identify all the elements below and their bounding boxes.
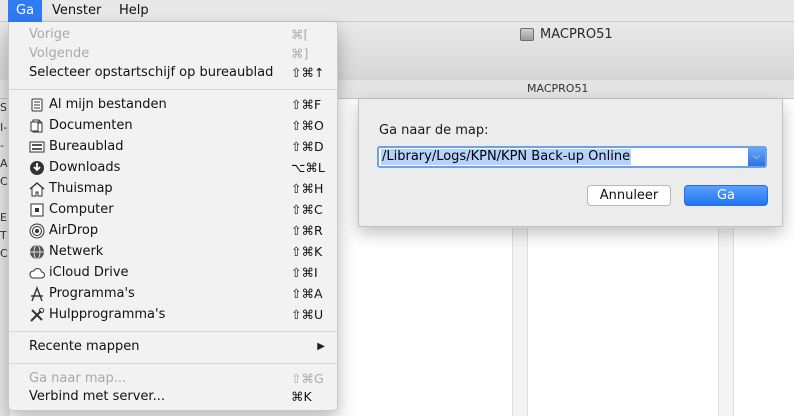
icloud-icon	[29, 268, 45, 279]
menu-item-shortcut: ⌘K	[291, 389, 312, 404]
menu-item-shortcut: ⇧⌘K	[291, 244, 323, 259]
menu-item-label: Vorige	[29, 27, 71, 42]
menu-item-shortcut: ⇧⌘R	[291, 223, 323, 238]
menu-help[interactable]: Help	[111, 0, 157, 22]
applications-icon	[31, 286, 43, 302]
menu-item-computer[interactable]: Computer ⇧⌘C	[9, 200, 337, 220]
menu-item-airdrop[interactable]: AirDrop ⇧⌘R	[9, 221, 337, 241]
cancel-button[interactable]: Annuleer	[587, 185, 671, 206]
chevron-down-icon[interactable]: ⌵	[748, 148, 765, 166]
menu-item-shortcut: ⇧⌘F	[291, 97, 322, 112]
computer-icon	[30, 203, 44, 217]
menu-item-documents[interactable]: Documenten ⇧⌘O	[9, 116, 337, 136]
menu-ga[interactable]: Ga	[8, 0, 43, 22]
menu-item-desktop[interactable]: Bureaublad ⇧⌘D	[9, 137, 337, 157]
go-button[interactable]: Ga	[684, 185, 768, 206]
menu-item-label: Downloads	[49, 160, 121, 175]
home-icon	[29, 182, 45, 197]
menu-item-icloud-drive[interactable]: iCloud Drive ⇧⌘I	[9, 263, 337, 283]
menu-item-shortcut: ⇧⌘U	[291, 307, 324, 322]
menu-item-label: Recente mappen	[29, 339, 140, 354]
menu-item-shortcut: ⇧⌘C	[291, 202, 323, 217]
menu-item-label: Thuismap	[49, 181, 113, 196]
menu-item-connect-server[interactable]: Verbind met server... ⌘K	[9, 387, 337, 407]
menu-separator	[9, 89, 337, 90]
menu-item-shortcut: ⌘[	[291, 27, 309, 42]
menu-item-shortcut: ⌘]	[291, 46, 309, 61]
network-icon	[30, 244, 44, 260]
menu-item-label: iCloud Drive	[49, 265, 129, 280]
menu-item-label: Computer	[49, 202, 114, 217]
menu-item-home[interactable]: Thuismap ⇧⌘H	[9, 179, 337, 199]
menu-item-shortcut: ⇧⌘O	[291, 118, 324, 133]
menu-item-label: Al mijn bestanden	[49, 97, 167, 112]
menu-item-shortcut: ⌥⌘L	[291, 160, 325, 175]
menu-separator	[9, 331, 337, 332]
column-divider[interactable]	[718, 228, 734, 416]
utilities-icon	[30, 307, 45, 322]
menu-item-recent-folders[interactable]: Recente mappen ▶	[9, 337, 337, 357]
menu-item-label: Netwerk	[49, 244, 104, 259]
ga-dropdown-menu: Vorige ⌘[ Volgende ⌘] Selecteer opstarts…	[8, 22, 338, 411]
menu-bar: Ga Venster Help	[0, 0, 794, 22]
menu-item-shortcut: ⇧⌘I	[291, 265, 318, 280]
menu-item-label: Hulpprogramma's	[49, 307, 166, 322]
menu-item-label: Volgende	[29, 46, 90, 61]
menu-item-all-files[interactable]: Al mijn bestanden ⇧⌘F	[9, 95, 337, 115]
menu-item-volgende[interactable]: Volgende ⌘]	[9, 44, 337, 64]
menu-item-label: Bureaublad	[49, 139, 124, 154]
menu-item-vorige[interactable]: Vorige ⌘[	[9, 25, 337, 45]
finder-window-title: MACPRO51	[520, 25, 613, 43]
menu-item-network[interactable]: Netwerk ⇧⌘K	[9, 242, 337, 262]
menu-item-goto-folder[interactable]: Ga naar map... ⇧⌘G	[9, 369, 337, 389]
desktop-icon	[29, 141, 45, 153]
menu-item-label: Documenten	[49, 118, 133, 133]
menu-venster[interactable]: Venster	[44, 0, 109, 22]
submenu-arrow-icon: ▶	[317, 341, 325, 352]
menu-item-utilities[interactable]: Hulpprogramma's ⇧⌘U	[9, 305, 337, 325]
disk-icon	[520, 27, 534, 41]
menu-item-applications[interactable]: Programma's ⇧⌘A	[9, 284, 337, 304]
menu-item-shortcut: ⇧⌘G	[291, 371, 324, 386]
documents-icon	[30, 119, 43, 133]
all-files-icon	[31, 98, 43, 112]
menu-item-label: Ga naar map...	[29, 371, 127, 386]
menu-item-downloads[interactable]: Downloads ⌥⌘L	[9, 158, 337, 178]
menu-item-label: Programma's	[49, 286, 135, 301]
menu-item-shortcut: ⇧⌘↑	[291, 65, 325, 80]
column-divider[interactable]	[512, 228, 528, 416]
menu-item-shortcut: ⇧⌘D	[291, 139, 324, 154]
path-value[interactable]: /Library/Logs/KPN/KPN Back-up Online	[381, 149, 632, 165]
downloads-icon	[30, 161, 44, 175]
goto-folder-dialog: Ga naar de map: /Library/Logs/KPN/KPN Ba…	[358, 99, 783, 227]
goto-folder-prompt: Ga naar de map:	[379, 123, 489, 138]
menu-item-label: Selecteer opstartschijf op bureaublad	[29, 65, 274, 80]
menu-item-label: AirDrop	[49, 223, 99, 238]
finder-title-text: MACPRO51	[540, 26, 613, 42]
menu-item-label: Verbind met server...	[29, 389, 165, 404]
menu-item-shortcut: ⇧⌘H	[291, 181, 324, 196]
finder-path-title: MACPRO51	[527, 82, 589, 95]
menu-separator	[9, 363, 337, 364]
goto-folder-path-input[interactable]: /Library/Logs/KPN/KPN Back-up Online ⌵	[377, 146, 767, 168]
airdrop-icon	[29, 223, 45, 239]
menu-item-shortcut: ⇧⌘A	[291, 286, 323, 301]
menu-item-startup-disk[interactable]: Selecteer opstartschijf op bureaublad ⇧⌘…	[9, 63, 337, 83]
